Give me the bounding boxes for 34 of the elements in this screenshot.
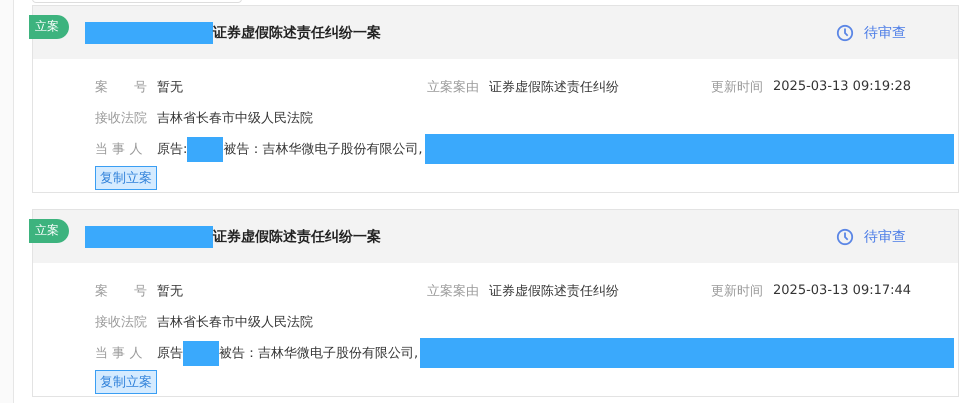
plaintiff-label: 原告:: [157, 141, 188, 158]
field-value: 暂无: [157, 282, 184, 300]
field-value: 吉林省长春市中级人民法院: [157, 110, 313, 126]
redaction-block: [187, 136, 224, 162]
field-value: 暂无: [157, 78, 184, 96]
field-label: 更新时间: [711, 78, 764, 96]
field-label: 当 事 人: [95, 345, 144, 362]
field-value: 2025-03-13 09:19:28: [773, 79, 912, 94]
field-value: 证券虚假陈述责任纠纷: [489, 78, 620, 96]
field-label: 接收法院: [95, 110, 148, 126]
field-label: 立案案由: [427, 78, 480, 96]
status-label: 待审查: [864, 24, 906, 42]
field-label: 立案案由: [427, 282, 480, 300]
field-label: 接收法院: [95, 314, 148, 330]
plaintiff-label: 原告: [157, 345, 183, 362]
case-tag: 立案: [29, 219, 69, 243]
copy-button[interactable]: 复制立案: [95, 370, 157, 394]
case-tag: 立案: [29, 15, 69, 39]
field-value: 吉林省长春市中级人民法院: [157, 314, 313, 330]
field-label: 案 号: [95, 282, 148, 300]
defendant-text: 被告：吉林华微电子股份有限公司,: [223, 141, 423, 158]
field-label: 案 号: [95, 78, 148, 96]
field-value: 证券虚假陈述责任纠纷: [489, 282, 620, 300]
field-value: 2025-03-13 09:17:44: [773, 283, 912, 298]
field-label: 更新时间: [711, 282, 764, 300]
defendant-text: 被告：吉林华微电子股份有限公司,: [219, 345, 418, 362]
case-title: 证券虚假陈述责任纠纷一案: [213, 228, 382, 246]
copy-button[interactable]: 复制立案: [95, 166, 157, 190]
clock-icon: [836, 228, 854, 246]
status-label: 待审查: [864, 228, 906, 246]
field-label: 当 事 人: [95, 141, 144, 158]
clock-icon: [836, 24, 854, 42]
case-title: 证券虚假陈述责任纠纷一案: [213, 24, 382, 42]
redaction-block: [183, 340, 219, 366]
